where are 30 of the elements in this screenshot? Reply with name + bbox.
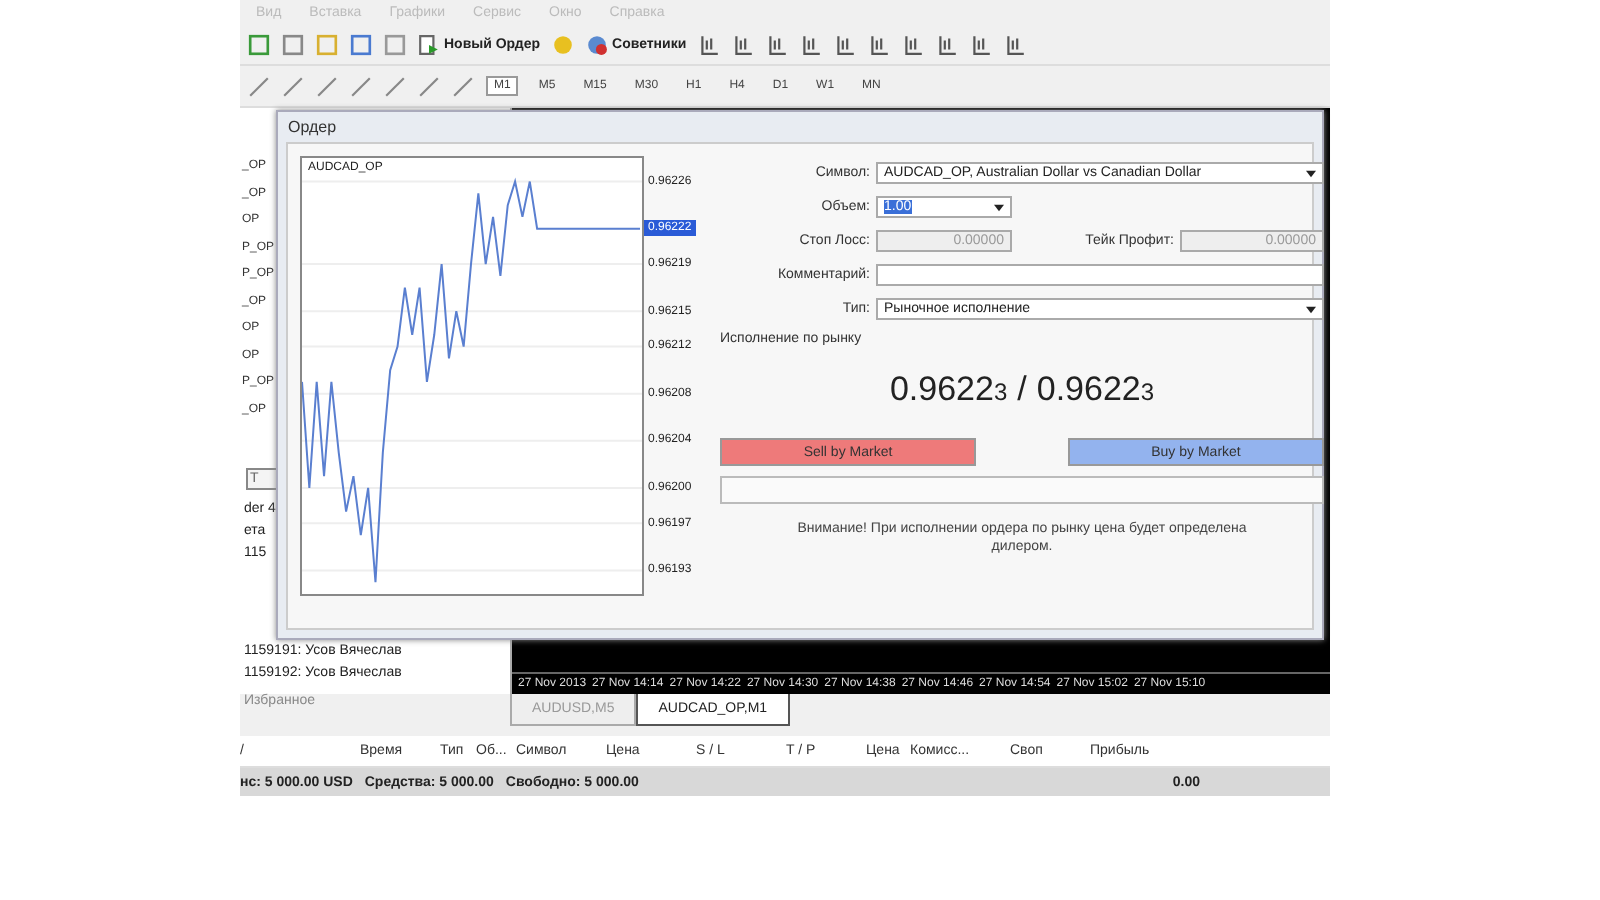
document-icon[interactable] — [418, 33, 440, 55]
toolbar-icon[interactable] — [384, 33, 406, 55]
toolbar-icon[interactable] — [350, 33, 372, 55]
chart-tool-icon[interactable] — [970, 33, 993, 55]
chart-tool-icon[interactable] — [936, 33, 959, 55]
price-separator: / — [1017, 370, 1027, 410]
bid-price: 0.96223 — [889, 370, 1008, 410]
toolbar-icon[interactable] — [282, 33, 304, 55]
drawing-tool-icon[interactable] — [418, 75, 440, 97]
drawing-tool-icon[interactable] — [350, 75, 372, 97]
chart-tool-icon[interactable] — [868, 33, 891, 55]
caret-icon[interactable] — [1306, 169, 1316, 177]
chart-tool-icon[interactable] — [1004, 33, 1027, 55]
chart-tool-icon[interactable] — [766, 33, 789, 55]
chart-tool-icon[interactable] — [834, 33, 857, 55]
chart-tool-icon[interactable] — [732, 33, 755, 55]
ask-price: 0.96223 — [1036, 370, 1155, 410]
drawing-tool-icon[interactable] — [282, 75, 304, 97]
chart-tool-icon[interactable] — [800, 33, 823, 55]
dialog-title: Ордер — [288, 118, 337, 136]
comment-field[interactable] — [876, 264, 1324, 286]
drawing-tool-icon[interactable] — [316, 75, 338, 97]
drawing-tool-icon[interactable] — [452, 75, 474, 97]
caret-icon[interactable] — [1306, 305, 1316, 313]
chart-tool-icon[interactable] — [902, 33, 925, 55]
caret-icon[interactable] — [994, 203, 1004, 211]
chart-tool-icon[interactable] — [698, 33, 721, 55]
drawing-tool-icon[interactable] — [248, 75, 270, 97]
drawing-tool-icon[interactable] — [384, 75, 406, 97]
toolbar-icon[interactable] — [248, 33, 270, 55]
